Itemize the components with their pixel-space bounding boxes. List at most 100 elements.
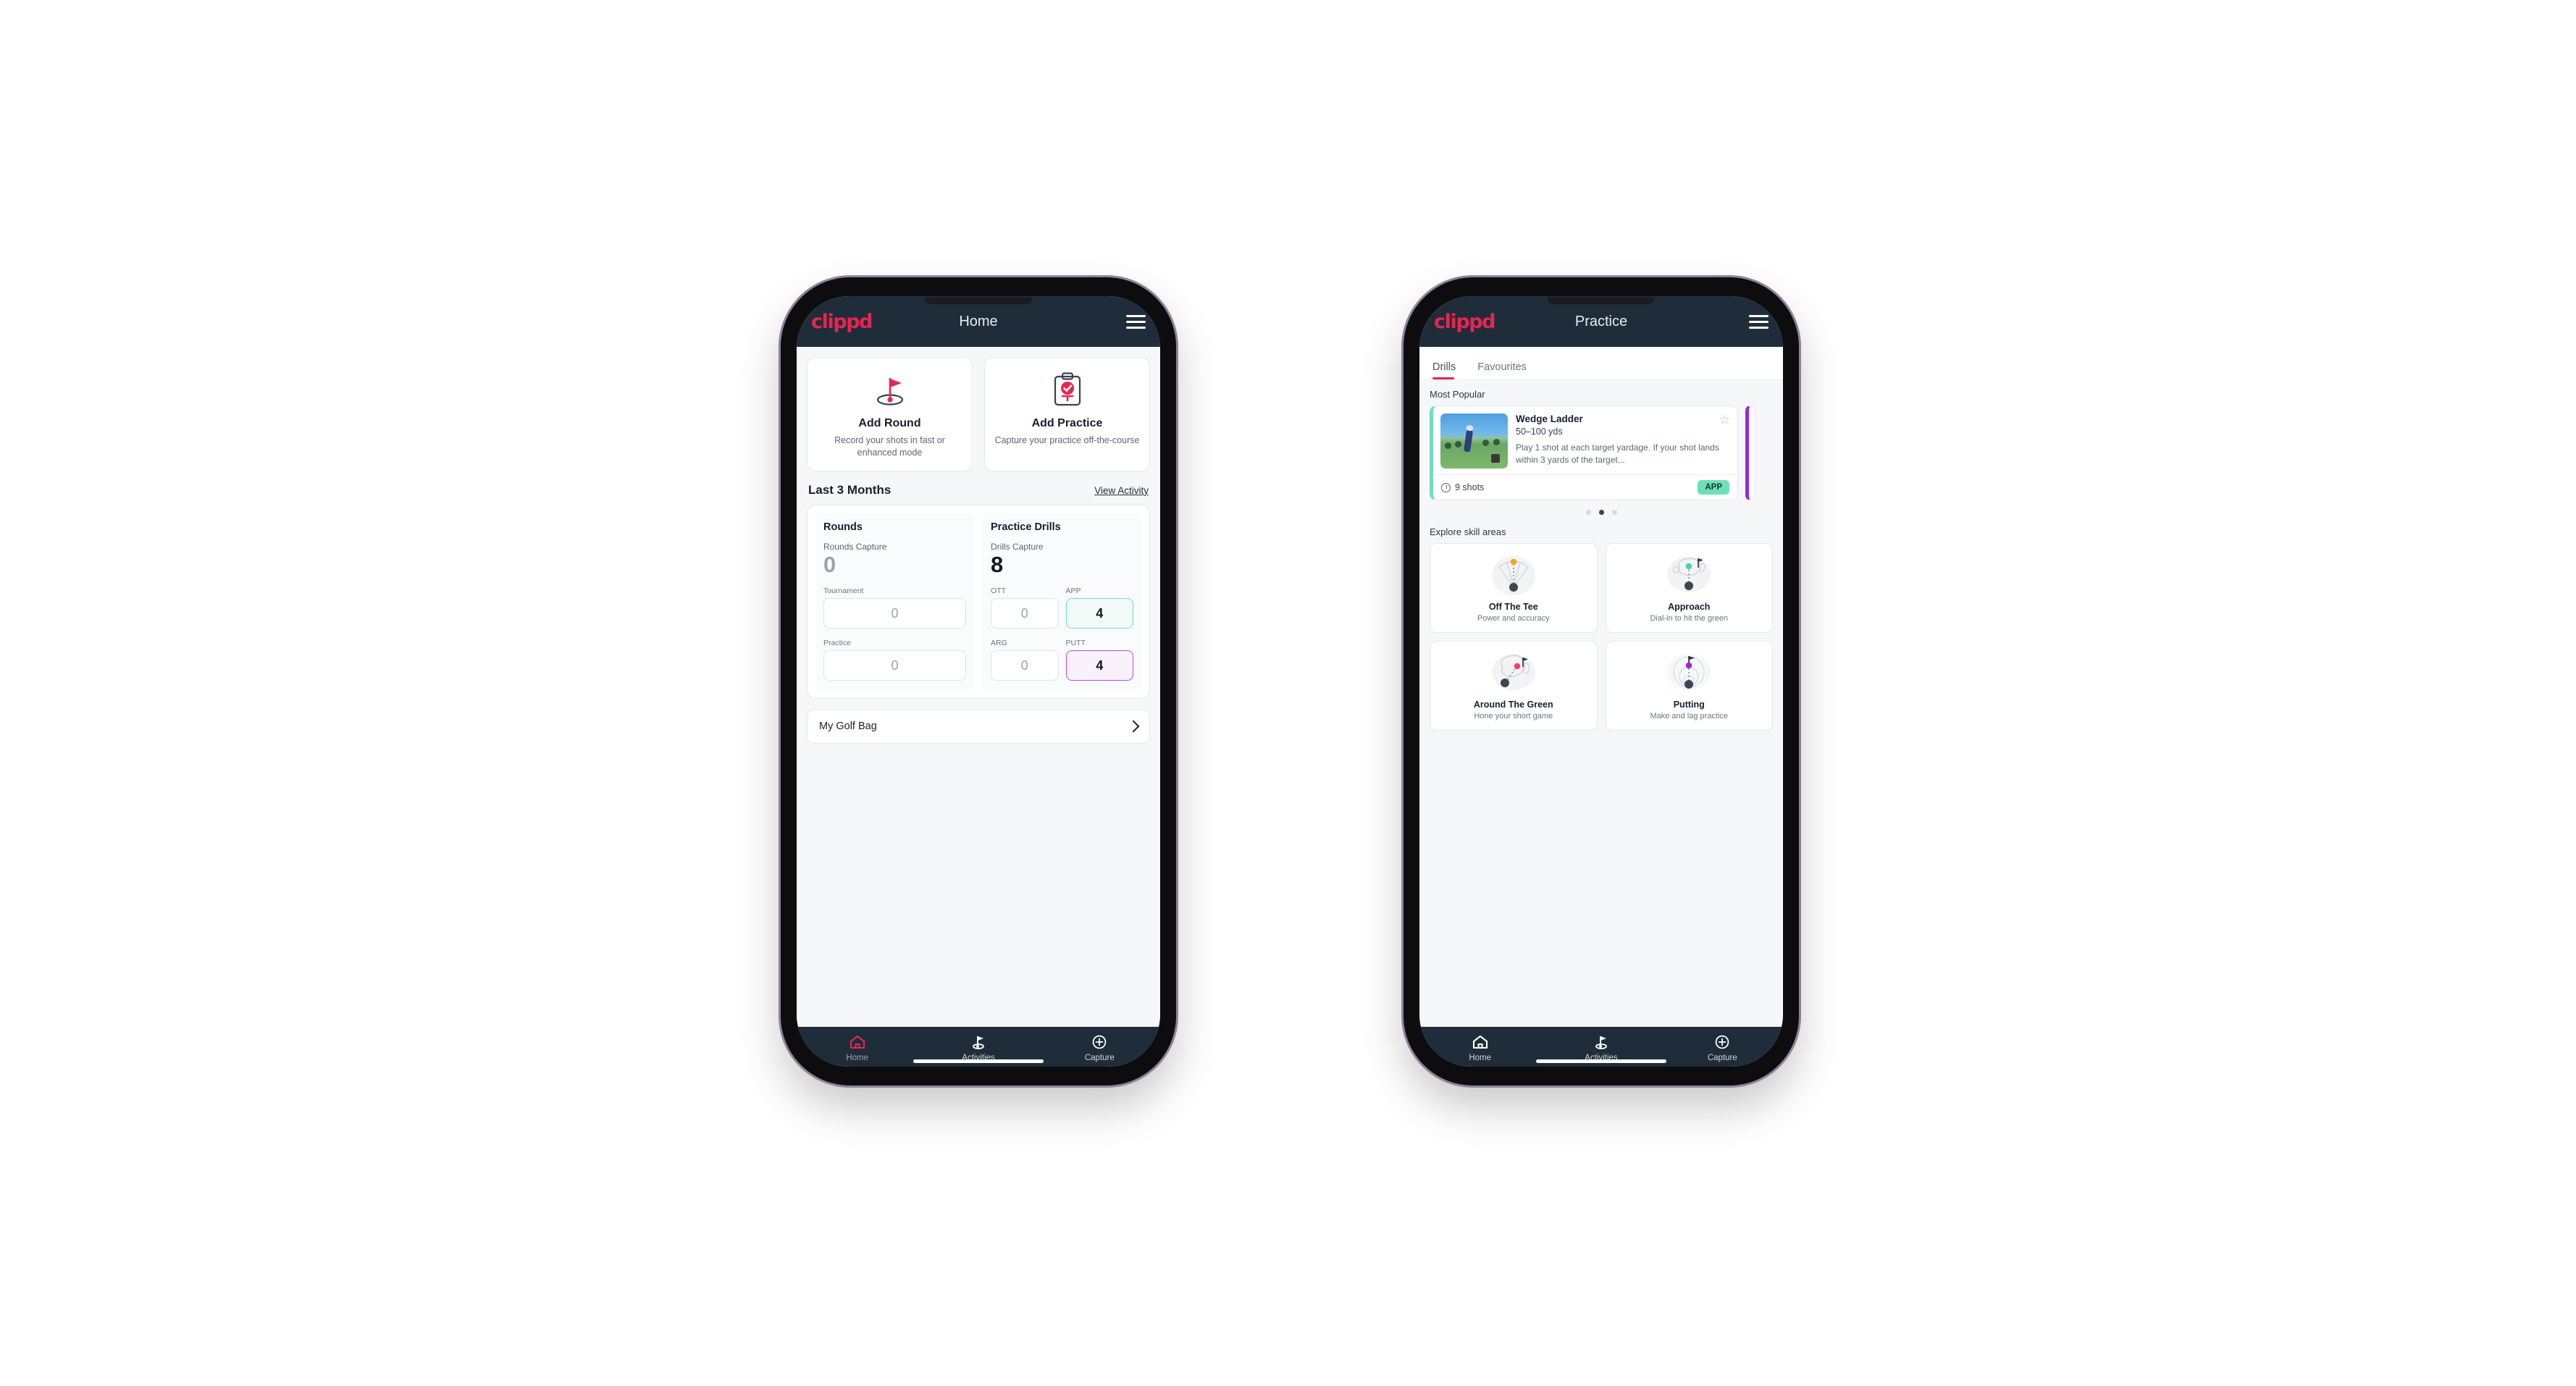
nav-capture-label: Capture <box>1707 1054 1737 1062</box>
phone1-content: Add Round Record your shots in fast or e… <box>797 347 1160 1027</box>
rounds-capture-label: Rounds Capture <box>823 541 887 552</box>
putting-rings-icon <box>1612 650 1767 695</box>
drill-category-chip: APP <box>1698 480 1729 495</box>
skill-name: Approach <box>1668 602 1711 612</box>
drill-description: Play 1 shot at each target yardage. If y… <box>1516 442 1719 466</box>
drill-card-wedge-ladder[interactable]: Wedge Ladder ☆ 50–100 yds Play 1 shot at… <box>1430 406 1738 500</box>
earpiece-speaker <box>925 298 1032 304</box>
carousel-dots <box>1430 510 1773 515</box>
carousel-dot-2[interactable] <box>1598 510 1604 515</box>
skill-subtitle: Make and lag practice <box>1650 712 1729 721</box>
my-golf-bag-label: My Golf Bag <box>819 721 877 733</box>
nav-capture[interactable]: Capture <box>1039 1034 1160 1062</box>
app-label: APP <box>1065 587 1081 596</box>
skill-card-around-the-green[interactable]: Around The Green Hone your short game <box>1430 641 1598 731</box>
most-popular-label: Most Popular <box>1430 389 1485 400</box>
nav-home-label: Home <box>846 1054 868 1062</box>
nav-capture[interactable]: Capture <box>1662 1034 1783 1062</box>
skill-card-off-the-tee[interactable]: Off The Tee Power and accuracy <box>1430 543 1598 633</box>
canvas: clippd Home Add Round Record your shots … <box>0 0 2576 1386</box>
phone2-screen: clippd Practice Drills Favourites Most P… <box>1419 296 1783 1067</box>
add-round-card[interactable]: Add Round Record your shots in fast or e… <box>807 357 973 471</box>
add-round-subtitle: Record your shots in fast or enhanced mo… <box>834 435 945 458</box>
skill-name: Putting <box>1673 700 1705 710</box>
practice-drills-column: Practice Drills Drills Capture 8 OTT 0 A… <box>982 512 1142 692</box>
drill-title: Wedge Ladder <box>1516 413 1583 424</box>
rounds-capture-value: 0 <box>823 551 836 577</box>
putt-label: PUTT <box>1065 639 1086 648</box>
plus-circle-icon <box>1093 1035 1107 1049</box>
stats-card: Rounds Rounds Capture 0 Tournament 0 Pra… <box>807 504 1150 700</box>
home-icon <box>849 1035 865 1049</box>
drill-yardage: 50–100 yds <box>1516 427 1563 437</box>
hamburger-icon[interactable] <box>1749 314 1769 329</box>
tournament-value[interactable]: 0 <box>823 598 966 629</box>
add-round-title: Add Round <box>858 417 921 429</box>
clippd-logo[interactable]: clippd <box>811 311 873 333</box>
home-indicator <box>913 1059 1044 1063</box>
phone1-bottom-nav: Home Activities Capture <box>797 1027 1160 1067</box>
phone2-content: Most Popular Wedge Ladder ☆ 50–100 yds P… <box>1419 380 1783 1027</box>
ott-label: OTT <box>991 587 1006 596</box>
nav-activities[interactable]: Activities <box>1540 1034 1661 1062</box>
nav-home[interactable]: Home <box>1419 1034 1540 1062</box>
earpiece-speaker <box>1548 298 1655 304</box>
golf-flag-icon <box>1595 1036 1607 1049</box>
view-activity-link[interactable]: View Activity <box>1094 485 1149 496</box>
arg-label: ARG <box>991 639 1007 648</box>
tab-favourites[interactable]: Favourites <box>1477 361 1537 379</box>
skill-card-putting[interactable]: Putting Make and lag practice <box>1605 641 1773 731</box>
phone-device-practice: clippd Practice Drills Favourites Most P… <box>1404 277 1799 1085</box>
drill-shots: 9 shots <box>1441 482 1484 492</box>
drills-capture-label: Drills Capture <box>991 541 1044 552</box>
nav-home-label: Home <box>1469 1054 1491 1062</box>
practice-label: Practice <box>823 639 851 648</box>
putt-value[interactable]: 4 <box>1065 650 1133 681</box>
hamburger-icon[interactable] <box>1126 314 1146 329</box>
drill-carousel[interactable]: Wedge Ladder ☆ 50–100 yds Play 1 shot at… <box>1430 406 1773 500</box>
last-3-months-header: Last 3 Months View Activity <box>797 471 1160 505</box>
nav-capture-label: Capture <box>1084 1054 1115 1062</box>
plus-circle-icon <box>1716 1035 1729 1049</box>
rounds-heading: Rounds <box>823 521 863 533</box>
chip-green-icon <box>1436 650 1591 695</box>
drill-thumbnail <box>1440 413 1508 469</box>
arg-value[interactable]: 0 <box>991 650 1059 681</box>
drill-fields-row-1: OTT 0 APP 4 <box>991 576 1133 629</box>
tournament-label: Tournament <box>823 587 864 596</box>
explore-skill-areas-label: Explore skill areas <box>1430 526 1506 537</box>
clipboard-check-icon <box>1051 371 1084 408</box>
chevron-right-icon <box>1127 720 1140 733</box>
drill-fields-row-2: ARG 0 PUTT 4 <box>991 629 1133 681</box>
home-indicator <box>1536 1059 1666 1063</box>
golf-flag-icon <box>973 1036 984 1049</box>
skill-card-approach[interactable]: Approach Dial-in to hit the green <box>1605 543 1773 633</box>
nav-home[interactable]: Home <box>797 1034 918 1062</box>
phone2-bottom-nav: Home Activities Capture <box>1419 1027 1783 1067</box>
add-practice-subtitle: Capture your practice off-the-course <box>994 435 1140 445</box>
skill-name: Off The Tee <box>1488 602 1538 612</box>
green-approach-icon <box>1612 553 1767 597</box>
drill-card-next-peek[interactable] <box>1745 406 1755 500</box>
tee-fan-icon <box>1436 553 1591 597</box>
practice-value[interactable]: 0 <box>823 650 966 681</box>
my-golf-bag-row[interactable]: My Golf Bag <box>807 709 1150 744</box>
home-icon <box>1472 1035 1488 1049</box>
nav-activities[interactable]: Activities <box>918 1034 1039 1062</box>
drills-capture-value: 8 <box>991 551 1004 577</box>
drill-shots-label: 9 shots <box>1455 482 1485 492</box>
app-value[interactable]: 4 <box>1065 598 1133 629</box>
skill-areas-grid: Off The Tee Power and accuracy Approach … <box>1430 543 1773 731</box>
skill-subtitle: Dial-in to hit the green <box>1650 614 1729 623</box>
phone1-screen: clippd Home Add Round Record your shots … <box>797 296 1160 1067</box>
tab-drills[interactable]: Drills <box>1432 361 1466 379</box>
carousel-dot-3[interactable] <box>1611 510 1617 515</box>
clock-icon <box>1441 482 1451 492</box>
clippd-logo[interactable]: clippd <box>1434 311 1496 333</box>
star-outline-icon[interactable]: ☆ <box>1719 413 1730 426</box>
section-title: Last 3 Months <box>808 482 891 497</box>
add-practice-card[interactable]: Add Practice Capture your practice off-t… <box>984 357 1150 471</box>
ott-value[interactable]: 0 <box>991 598 1059 629</box>
rounds-column: Rounds Rounds Capture 0 Tournament 0 Pra… <box>815 512 975 692</box>
carousel-dot-1[interactable] <box>1585 510 1591 515</box>
